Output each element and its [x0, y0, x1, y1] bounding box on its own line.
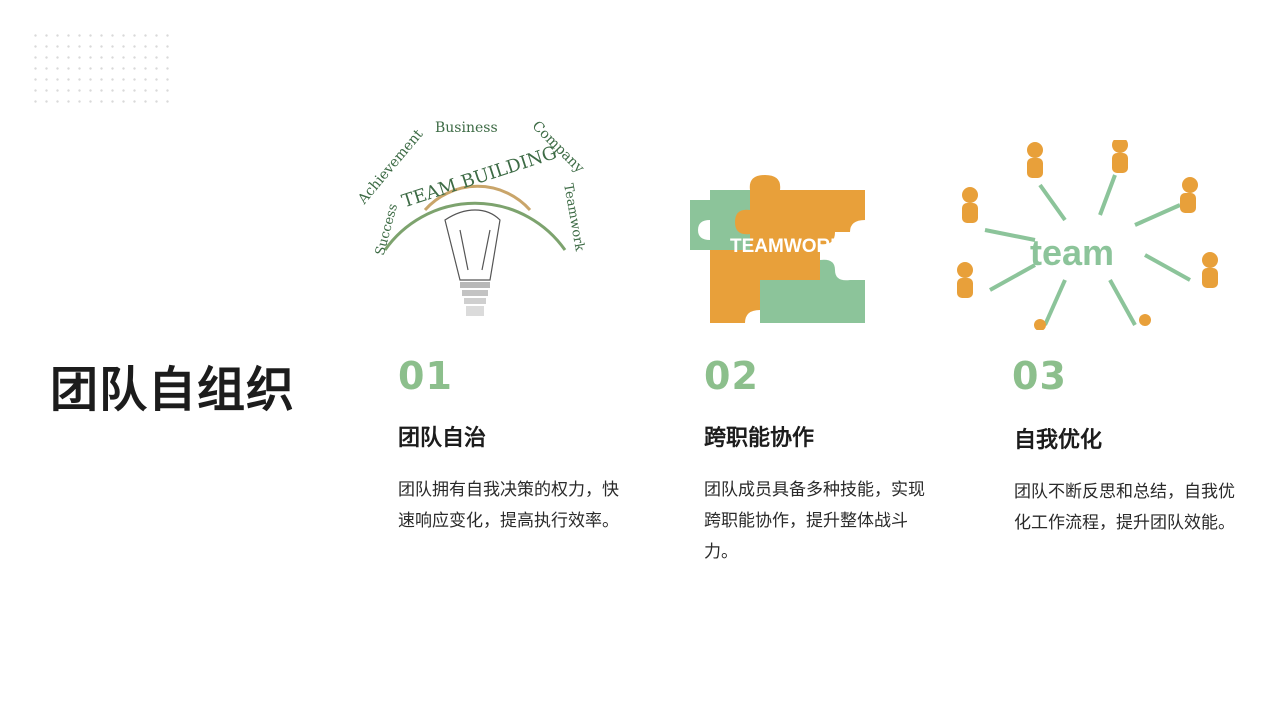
- item-number: 01: [398, 354, 453, 398]
- item-number: 02: [704, 354, 759, 398]
- item-description: 团队成员具备多种技能，实现跨职能协作，提升整体战斗力。: [704, 480, 925, 562]
- teamwork-label: TEAMWORK: [730, 236, 844, 257]
- item-heading: 团队自治: [398, 426, 487, 451]
- item-number: 03: [1012, 354, 1067, 398]
- item-heading: 自我优化: [1014, 428, 1103, 453]
- arc-word-teamwork: Teamwork: [560, 182, 587, 252]
- arc-word-business: Business: [435, 120, 498, 136]
- team-network-people-icon: team: [957, 140, 1218, 330]
- team-building-lightbulb-icon: Achievement Business Company Success Tea…: [354, 118, 587, 316]
- team-building-text: TEAM BUILDING: [399, 142, 559, 212]
- item-heading: 跨职能协作: [704, 426, 815, 451]
- team-label: team: [1030, 232, 1114, 273]
- item-description: 团队拥有自我决策的权力，快速响应变化，提高执行效率。: [398, 480, 619, 531]
- slide-title: 团队自组织: [50, 362, 296, 418]
- arc-word-success: Success: [373, 202, 401, 257]
- decorative-dot-grid: [30, 30, 170, 105]
- item-description: 团队不断反思和总结，自我优化工作流程，提升团队效能。: [1014, 482, 1235, 533]
- teamwork-puzzle-icon: TEAMWORK: [690, 175, 865, 323]
